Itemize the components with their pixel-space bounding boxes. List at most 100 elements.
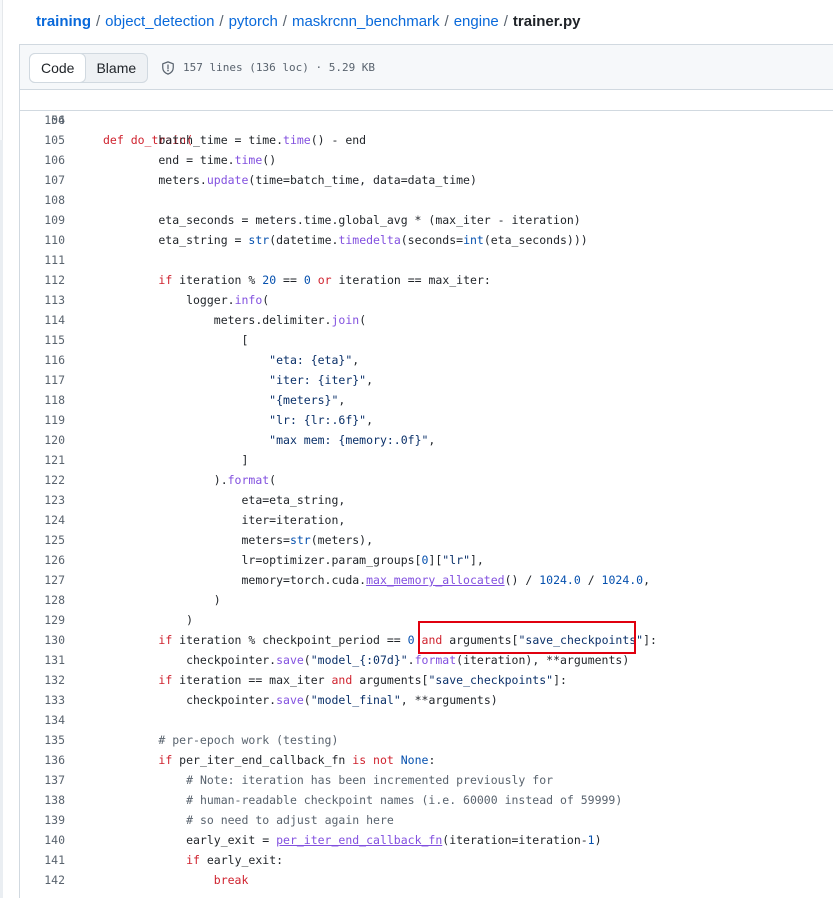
line-number[interactable]: 120	[20, 430, 65, 450]
line-number[interactable]: 131	[20, 650, 65, 670]
line-number[interactable]: 123	[20, 490, 65, 510]
line-number[interactable]: 105	[20, 130, 65, 150]
code-line: 128 )	[20, 590, 833, 610]
breadcrumb-separator: /	[444, 13, 449, 30]
line-number[interactable]: 109	[20, 210, 65, 230]
line-number[interactable]: 127	[20, 570, 65, 590]
line-number[interactable]: 137	[20, 770, 65, 790]
code-token: ==	[276, 273, 304, 287]
code-token: ],	[470, 553, 484, 567]
code-token: meters=	[103, 533, 290, 547]
scroll-rail[interactable]	[0, 140, 3, 898]
code-line: 126 lr=optimizer.param_groups[0]["lr"],	[20, 550, 833, 570]
breadcrumb-pytorch[interactable]: pytorch	[229, 13, 278, 30]
code-token: ,	[643, 573, 651, 587]
code-line: 110 eta_string = str(datetime.timedelta(…	[20, 230, 833, 250]
line-number[interactable]: 110	[20, 230, 65, 250]
line-number[interactable]: 130	[20, 630, 65, 650]
line-code: lr=optimizer.param_groups[0]["lr"],	[103, 550, 484, 570]
line-code: if iteration == max_iter and arguments["…	[103, 670, 567, 690]
line-number[interactable]: 133	[20, 690, 65, 710]
line-number[interactable]: 139	[20, 810, 65, 830]
line-code: eta_string = str(datetime.timedelta(seco…	[103, 230, 587, 250]
code-token: "lr: {lr:.6f}"	[269, 413, 367, 427]
line-number[interactable]: 111	[20, 250, 65, 270]
code-token: time	[283, 133, 311, 147]
code-token: (iteration=iteration-	[442, 833, 588, 847]
line-number[interactable]: 138	[20, 790, 65, 810]
code-token: (	[303, 653, 311, 667]
sticky-scope-line[interactable]: 56 def do_train(	[20, 90, 833, 147]
code-token: per_iter_end_callback_fn	[172, 753, 353, 767]
line-code: "eta: {eta}",	[103, 350, 359, 370]
code-token: "model_{:07d}"	[310, 653, 408, 667]
blame-tab[interactable]: Blame	[85, 54, 147, 82]
line-number[interactable]: 121	[20, 450, 65, 470]
line-number[interactable]: 108	[20, 190, 65, 210]
breadcrumb-separator: /	[503, 13, 508, 30]
breadcrumb-separator: /	[219, 13, 224, 30]
line-number[interactable]: 122	[20, 470, 65, 490]
breadcrumb-maskrcnn-benchmark[interactable]: maskrcnn_benchmark	[292, 13, 440, 30]
line-number[interactable]: 128	[20, 590, 65, 610]
line-number[interactable]: 118	[20, 390, 65, 410]
line-number[interactable]: 129	[20, 610, 65, 630]
line-number[interactable]: 136	[20, 750, 65, 770]
breadcrumb-engine[interactable]: engine	[454, 13, 499, 30]
line-code: batch_time = time.time() - end	[103, 130, 366, 150]
code-line: 105 batch_time = time.time() - end	[20, 130, 833, 150]
line-number[interactable]: 124	[20, 510, 65, 530]
code-line: 140 early_exit = per_iter_end_callback_f…	[20, 830, 833, 850]
line-number[interactable]: 142	[20, 870, 65, 890]
code-line: 139 # so need to adjust again here	[20, 810, 833, 830]
file-header: Code Blame 157 lines (136 loc) · 5.29 KB	[19, 44, 833, 90]
shield-icon[interactable]	[161, 61, 175, 75]
line-number[interactable]: 119	[20, 410, 65, 430]
line-number[interactable]: 141	[20, 850, 65, 870]
code-token: timedelta	[338, 233, 401, 247]
line-number[interactable]: 104	[20, 110, 65, 130]
line-number[interactable]: 115	[20, 330, 65, 350]
line-number[interactable]: 140	[20, 830, 65, 850]
code-token: "iter: {iter}"	[269, 373, 367, 387]
line-number[interactable]: 135	[20, 730, 65, 750]
code-token: update	[206, 173, 249, 187]
line-number[interactable]: 116	[20, 350, 65, 370]
line-code: checkpointer.save("model_final", **argum…	[103, 690, 498, 710]
line-number[interactable]: 106	[20, 150, 65, 170]
code-token: ,	[366, 373, 374, 387]
line-number[interactable]: 107	[20, 170, 65, 190]
line-number[interactable]: 113	[20, 290, 65, 310]
code-token: if	[158, 753, 173, 767]
line-number[interactable]: 134	[20, 710, 65, 730]
line-number[interactable]: 126	[20, 550, 65, 570]
code-line: 137 # Note: iteration has been increment…	[20, 770, 833, 790]
code-viewer: 56 def do_train( 104 105 batch_time = tim…	[19, 90, 833, 898]
code-line: 141 if early_exit:	[20, 850, 833, 870]
line-code: eta_seconds = meters.time.global_avg * (…	[103, 210, 580, 230]
code-token: arguments[	[352, 673, 429, 687]
code-token: 20	[262, 273, 277, 287]
code-token: )	[103, 613, 194, 627]
line-number[interactable]: 114	[20, 310, 65, 330]
line-number[interactable]: 117	[20, 370, 65, 390]
code-token: str	[248, 233, 270, 247]
line-number[interactable]: 125	[20, 530, 65, 550]
code-token: () /	[504, 573, 540, 587]
code-token: (	[359, 313, 367, 327]
code-token: meters.delimiter.	[103, 313, 332, 327]
code-token: int	[463, 233, 484, 247]
code-token: # human-readable checkpoint names (i.e. …	[186, 793, 623, 807]
file-info: 157 lines (136 loc) · 5.29 KB	[183, 61, 376, 74]
line-number[interactable]: 112	[20, 270, 65, 290]
line-code: "iter: {iter}",	[103, 370, 373, 390]
code-line: 129 )	[20, 610, 833, 630]
breadcrumb-object-detection[interactable]: object_detection	[105, 13, 214, 30]
code-tab[interactable]: Code	[29, 53, 87, 83]
breadcrumb-training[interactable]: training	[36, 13, 91, 30]
line-number[interactable]: 132	[20, 670, 65, 690]
code-token: if	[186, 853, 200, 867]
